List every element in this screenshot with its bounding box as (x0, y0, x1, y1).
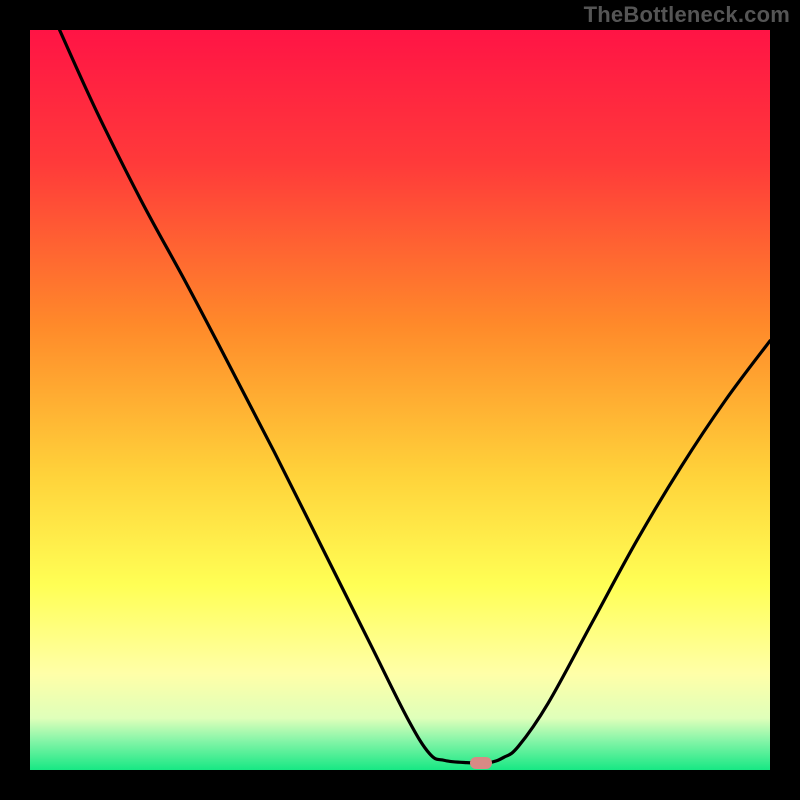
bottleneck-curve (60, 30, 770, 763)
optimal-marker (470, 757, 492, 769)
watermark-text: TheBottleneck.com (584, 2, 790, 28)
plot-area (30, 30, 770, 770)
chart-frame: TheBottleneck.com (0, 0, 800, 800)
curve-layer (30, 30, 770, 770)
